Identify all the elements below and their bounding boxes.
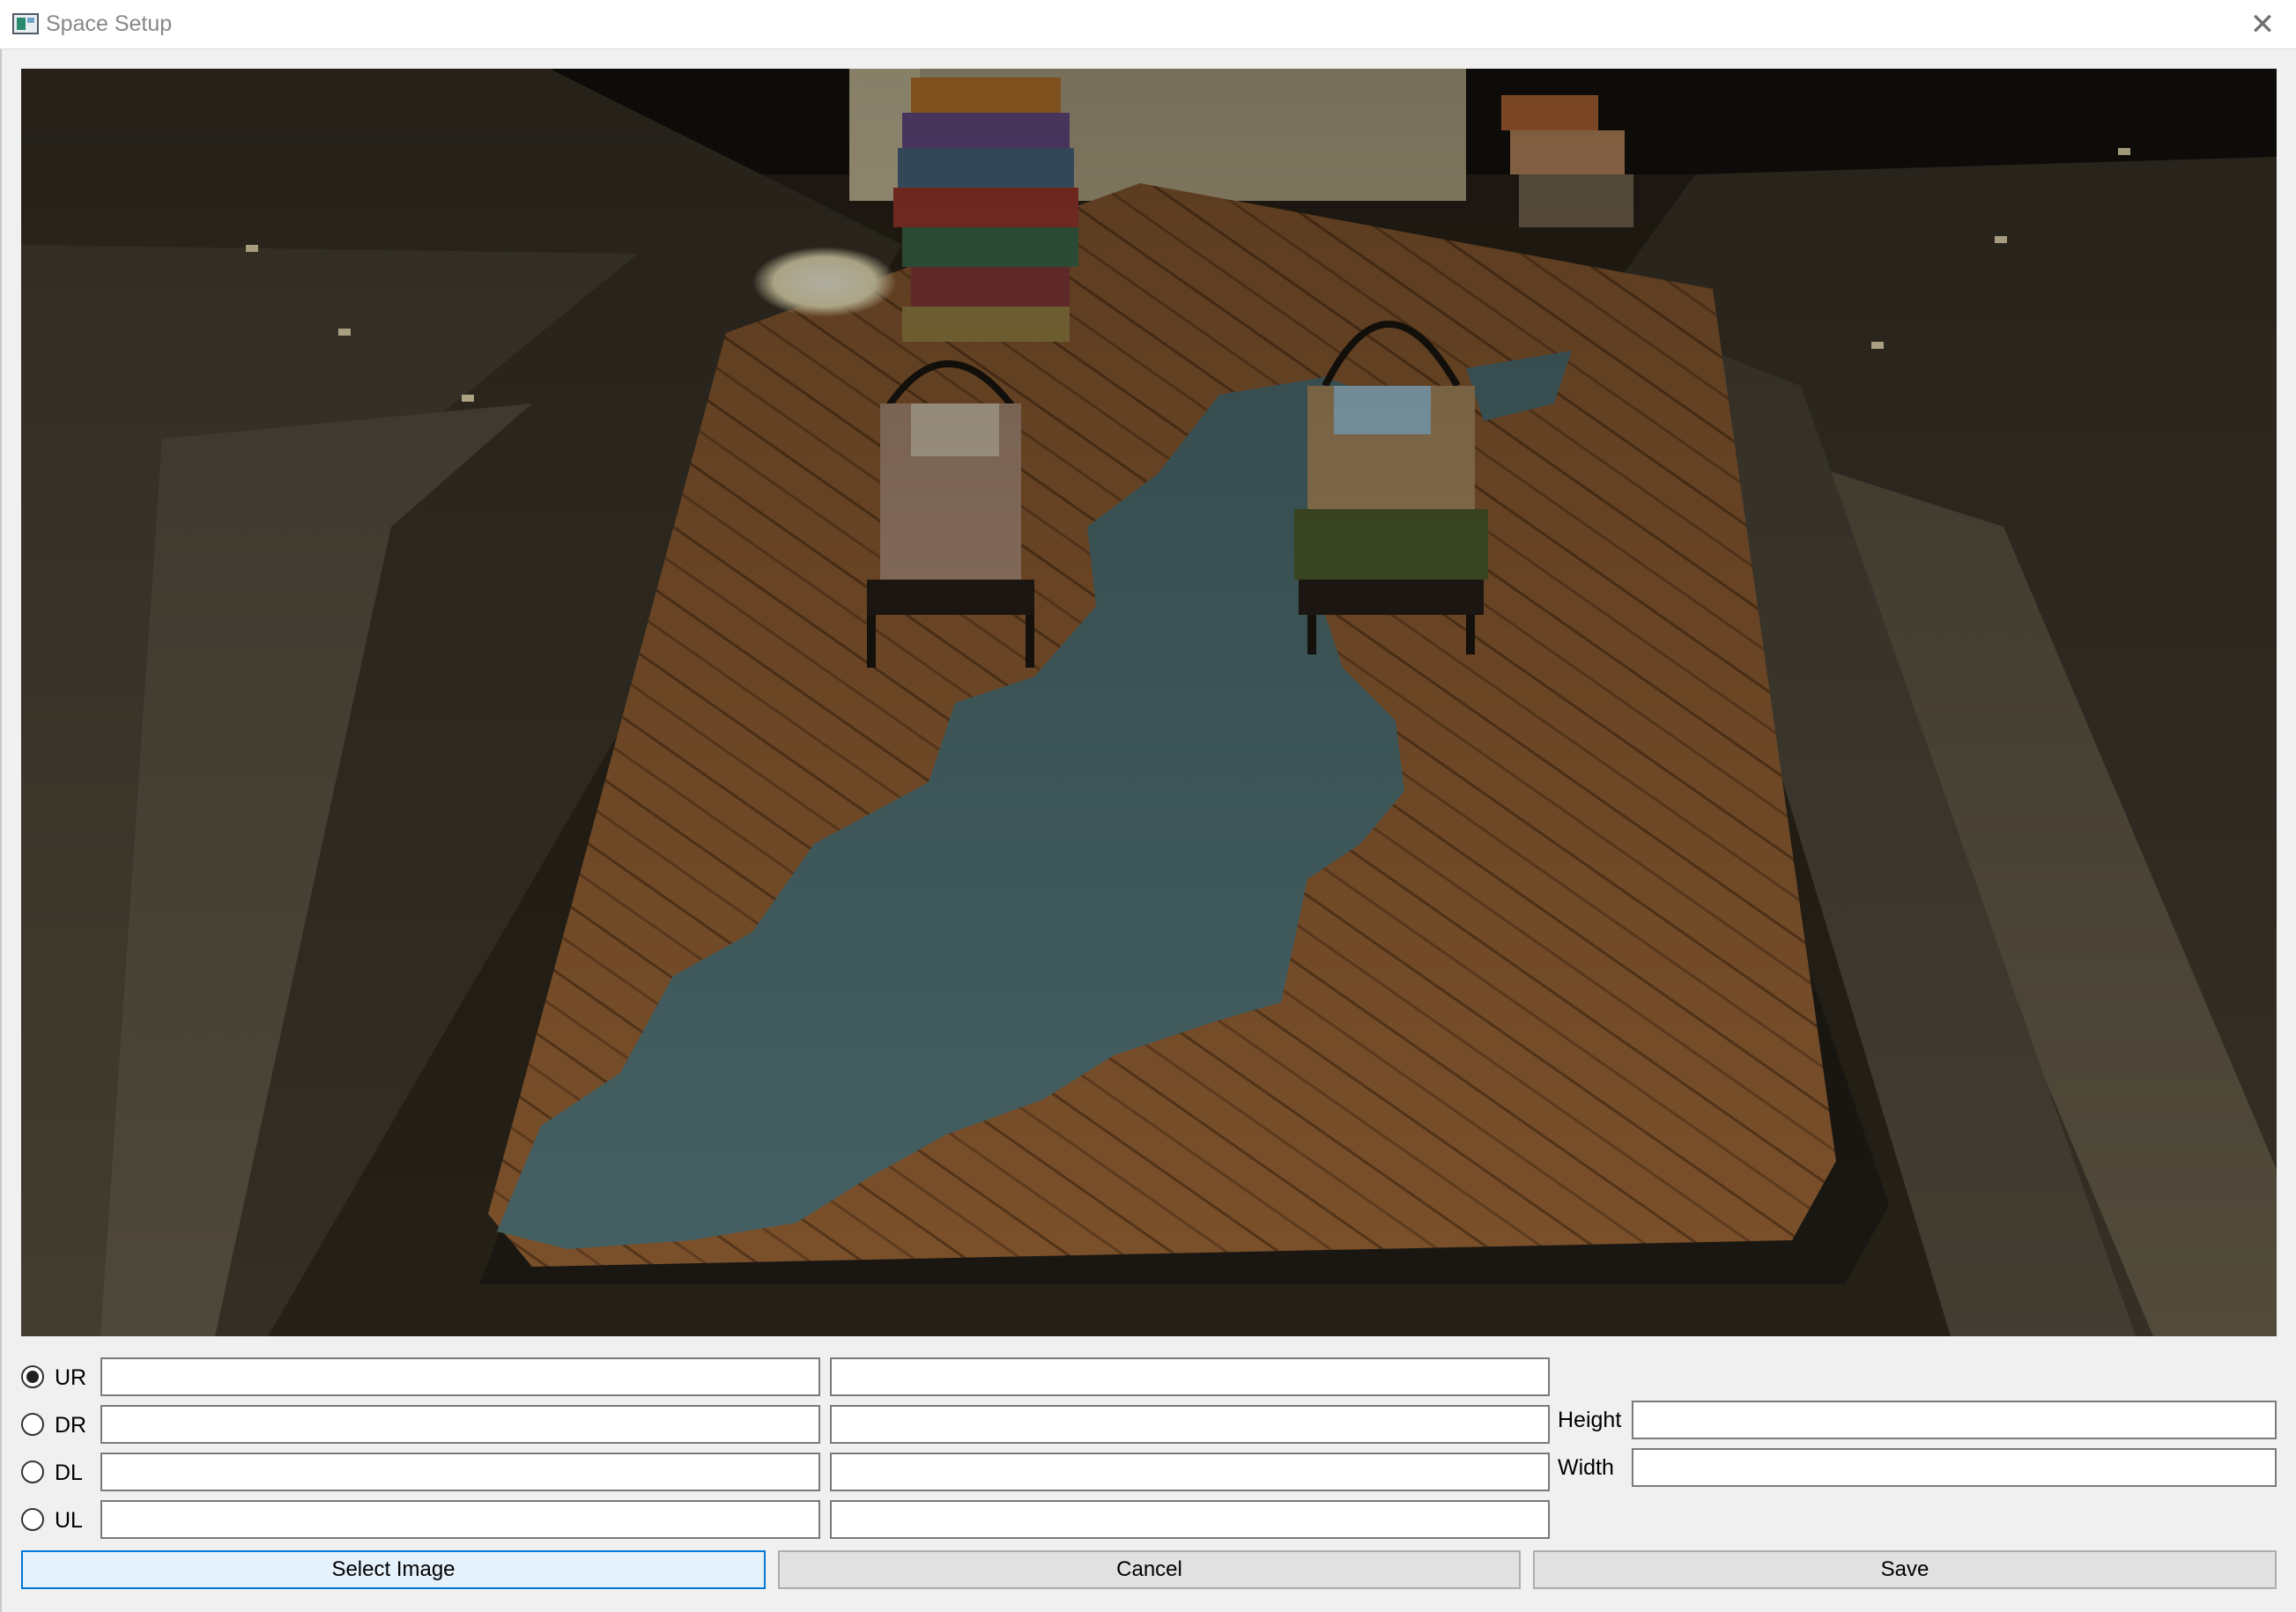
- width-label: Width: [1558, 1455, 1614, 1480]
- ur-x-input[interactable]: [100, 1357, 820, 1396]
- corner-radio-ur[interactable]: [21, 1365, 44, 1388]
- corner-row-ul: UL: [21, 1500, 1554, 1539]
- window-border: [0, 49, 2, 1612]
- corner-radio-dl[interactable]: [21, 1460, 44, 1483]
- save-button[interactable]: Save: [1533, 1550, 2277, 1589]
- width-input[interactable]: [1632, 1448, 2277, 1487]
- stage-image-preview[interactable]: [21, 69, 2277, 1336]
- title-bar: Space Setup ✕: [0, 0, 2296, 49]
- corner-label-ul: UL: [55, 1508, 83, 1533]
- dr-x-input[interactable]: [100, 1405, 820, 1444]
- corner-radio-ul[interactable]: [21, 1508, 44, 1531]
- dl-x-input[interactable]: [100, 1453, 820, 1491]
- ul-y-input[interactable]: [830, 1500, 1550, 1539]
- ul-x-input[interactable]: [100, 1500, 820, 1539]
- height-input[interactable]: [1632, 1401, 2277, 1439]
- dr-y-input[interactable]: [830, 1405, 1550, 1444]
- corner-label-dr: DR: [55, 1413, 87, 1438]
- app-icon: [12, 13, 39, 34]
- corner-label-ur: UR: [55, 1365, 87, 1390]
- corner-radio-dr[interactable]: [21, 1413, 44, 1436]
- ur-y-input[interactable]: [830, 1357, 1550, 1396]
- height-label: Height: [1558, 1408, 1622, 1432]
- dl-y-input[interactable]: [830, 1453, 1550, 1491]
- select-image-button[interactable]: Select Image: [21, 1550, 766, 1589]
- corner-label-dl: DL: [55, 1460, 83, 1485]
- corner-row-dr: DR: [21, 1405, 1554, 1444]
- close-icon[interactable]: ✕: [2229, 0, 2296, 49]
- corner-row-dl: DL: [21, 1453, 1554, 1491]
- stage-photo: [21, 69, 2277, 1336]
- window-title: Space Setup: [46, 11, 173, 36]
- cancel-button[interactable]: Cancel: [778, 1550, 1521, 1589]
- corner-row-ur: UR: [21, 1357, 1554, 1396]
